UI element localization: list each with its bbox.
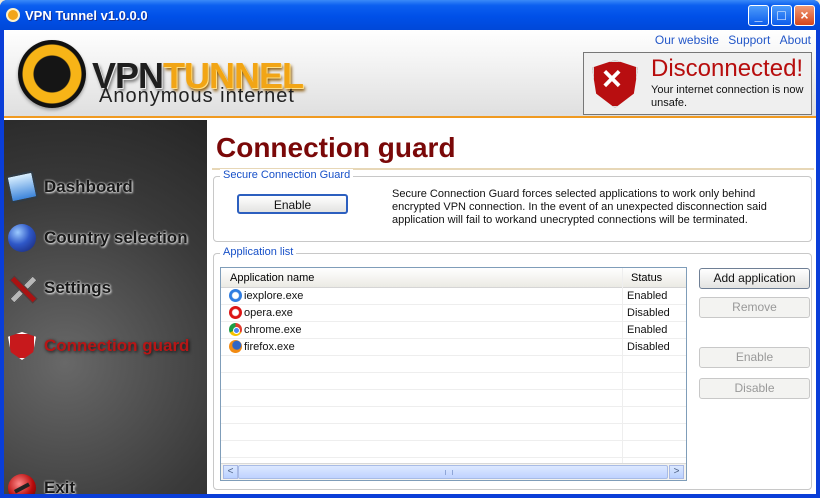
add-application-button[interactable]: Add application: [699, 268, 810, 289]
close-button[interactable]: ×: [794, 5, 815, 26]
table-row[interactable]: chrome.exe Enabled: [221, 322, 686, 339]
application-status: Enabled: [627, 324, 668, 336]
our-website-link[interactable]: Our website: [655, 33, 719, 47]
table-row[interactable]: iexplore.exe Enabled: [221, 288, 686, 305]
application-name: opera.exe: [244, 307, 293, 319]
sidebar-item-label: Country selection: [44, 228, 188, 247]
sidebar-item-label: Dashboard: [44, 177, 133, 196]
scroll-left-button[interactable]: <: [223, 465, 238, 479]
app-header: VPNTUNNEL Anonymous internet Our website…: [4, 30, 816, 118]
globe-icon: [8, 224, 36, 252]
application-list-header: Application name Status: [221, 268, 686, 288]
chrome-icon: [229, 323, 242, 336]
remove-application-button[interactable]: Remove: [699, 297, 810, 318]
app-client-area: VPNTUNNEL Anonymous internet Our website…: [4, 30, 816, 494]
page-title: Connection guard: [216, 132, 456, 163]
window-title: VPN Tunnel v1.0.0.0: [25, 8, 148, 23]
top-links: Our website Support About: [649, 33, 811, 47]
guard-description: Secure Connection Guard forces selected …: [392, 188, 767, 226]
vpn-tunnel-logo-icon: [18, 40, 86, 108]
application-name: firefox.exe: [244, 341, 295, 353]
sidebar-item-label: Exit: [44, 478, 76, 494]
application-status: Disabled: [627, 307, 670, 319]
secure-connection-guard-group: Secure Connection Guard Enable Secure Co…: [213, 169, 812, 242]
application-list[interactable]: Application name Status iexplore.exe Ena…: [220, 267, 687, 481]
application-name-column-header[interactable]: Application name: [230, 272, 314, 284]
empty-list-row: [221, 356, 686, 373]
sidebar-item-dashboard[interactable]: Dashboard: [4, 168, 207, 204]
firefox-icon: [229, 340, 242, 353]
enable-guard-button[interactable]: Enable: [237, 194, 348, 214]
main-panel: Connection guard Secure Connection Guard…: [209, 120, 816, 494]
empty-list-row: [221, 441, 686, 458]
app-logo-icon: [6, 8, 20, 22]
maximize-button[interactable]: □: [771, 5, 792, 26]
application-list-group: Application list Application name Status…: [213, 246, 812, 490]
application-name: chrome.exe: [244, 324, 302, 336]
sidebar-item-settings[interactable]: Settings: [4, 269, 207, 305]
connection-status-message: Your internet connection is now unsafe.: [651, 84, 804, 109]
connection-status-title: Disconnected!: [651, 55, 804, 82]
about-link[interactable]: About: [780, 33, 811, 47]
internet-explorer-icon: [229, 289, 242, 302]
sidebar-item-country-selection[interactable]: Country selection: [4, 219, 207, 255]
shield-icon: [8, 332, 36, 360]
sidebar-item-label: Settings: [44, 278, 112, 297]
scrollbar-grip-icon: [445, 470, 453, 475]
table-row[interactable]: opera.exe Disabled: [221, 305, 686, 322]
scrollbar-thumb[interactable]: [238, 465, 668, 479]
table-row[interactable]: firefox.exe Disabled: [221, 339, 686, 356]
empty-list-row: [221, 373, 686, 390]
logo-tagline: Anonymous internet: [99, 85, 295, 107]
monitor-icon: [5, 170, 39, 204]
empty-list-row: [221, 424, 686, 441]
tools-icon: [8, 274, 36, 302]
opera-icon: [229, 306, 242, 319]
application-status: Disabled: [627, 341, 670, 353]
scroll-right-button[interactable]: >: [669, 465, 684, 479]
sidebar-item-connection-guard[interactable]: Connection guard: [4, 327, 207, 363]
connection-status-box: × Disconnected! Your internet connection…: [583, 52, 812, 115]
x-mark-icon: ×: [602, 60, 622, 98]
sidebar-item-exit[interactable]: Exit: [4, 469, 207, 494]
status-column-header[interactable]: Status: [631, 272, 662, 284]
application-list-title: Application list: [220, 246, 297, 258]
support-link[interactable]: Support: [728, 33, 770, 47]
title-bar[interactable]: VPN Tunnel v1.0.0.0 _ □ ×: [0, 0, 820, 30]
application-status: Enabled: [627, 290, 668, 302]
empty-list-row: [221, 390, 686, 407]
disable-application-button[interactable]: Disable: [699, 378, 810, 399]
application-name: iexplore.exe: [244, 290, 304, 302]
exit-icon: [8, 474, 36, 494]
vpn-tunnel-window: VPN Tunnel v1.0.0.0 _ □ × VPNTUNNEL Anon…: [0, 0, 820, 498]
minimize-button[interactable]: _: [748, 5, 769, 26]
sidebar: Dashboard Country selection Settings Con…: [4, 120, 207, 494]
sidebar-item-label: Connection guard: [44, 336, 190, 355]
horizontal-scrollbar[interactable]: < >: [221, 463, 686, 480]
secure-connection-guard-title: Secure Connection Guard: [220, 169, 354, 181]
enable-application-button[interactable]: Enable: [699, 347, 810, 368]
empty-list-row: [221, 407, 686, 424]
